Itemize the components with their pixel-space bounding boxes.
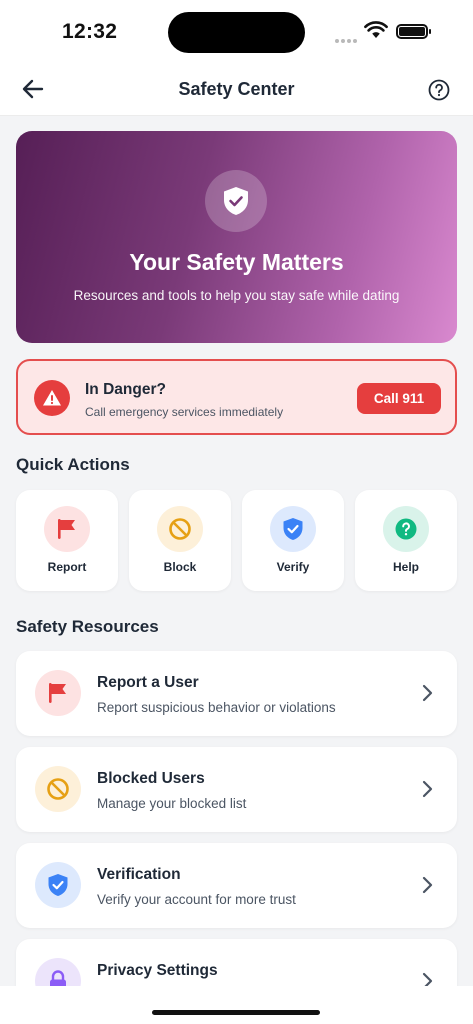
resource-title: Report a User xyxy=(97,674,199,691)
safety-resources-title: Safety Resources xyxy=(16,617,159,636)
report-icon-badge xyxy=(44,506,90,552)
dynamic-island xyxy=(168,12,305,53)
quick-action-label: Report xyxy=(47,560,87,574)
danger-subtitle: Call emergency services immediately xyxy=(85,405,284,419)
quick-actions-title: Quick Actions xyxy=(16,455,130,474)
help-circle-icon[interactable] xyxy=(428,79,450,101)
quick-action-report[interactable]: Report xyxy=(16,490,118,591)
verified-shield-icon xyxy=(48,874,68,896)
quick-action-label: Help xyxy=(392,560,419,574)
danger-title: In Danger? xyxy=(85,381,166,398)
quick-action-block[interactable]: Block xyxy=(129,490,231,591)
help-circle-icon xyxy=(395,518,417,540)
resource-subtitle: Manage your blocked list xyxy=(97,796,247,811)
verify-icon-badge xyxy=(270,506,316,552)
block-icon xyxy=(169,518,191,540)
status-bar: 12:32 xyxy=(0,0,473,62)
resource-verification[interactable]: Verification Verify your account for mor… xyxy=(16,843,457,928)
resource-title: Verification xyxy=(97,866,181,883)
verified-shield-icon xyxy=(283,518,303,540)
bottom-bar xyxy=(0,986,473,1024)
block-icon-badge xyxy=(157,506,203,552)
hero-badge xyxy=(205,170,267,232)
hero-title: Your Safety Matters xyxy=(129,249,344,275)
chevron-right-icon xyxy=(422,780,433,798)
help-icon-badge xyxy=(383,506,429,552)
danger-alert: In Danger? Call emergency services immed… xyxy=(16,359,457,435)
status-time: 12:32 xyxy=(62,20,118,43)
chevron-right-icon xyxy=(422,876,433,894)
resource-report-user[interactable]: Report a User Report suspicious behavior… xyxy=(16,651,457,736)
hero-banner: Your Safety Matters Resources and tools … xyxy=(16,131,457,343)
resource-subtitle: Report suspicious behavior or violations xyxy=(97,700,336,715)
wifi-icon xyxy=(364,21,388,38)
warning-icon xyxy=(43,390,61,406)
verified-shield-icon xyxy=(224,187,248,215)
resource-blocked-users[interactable]: Blocked Users Manage your blocked list xyxy=(16,747,457,832)
quick-action-label: Block xyxy=(163,560,197,574)
flag-icon xyxy=(49,683,66,703)
quick-action-help[interactable]: Help xyxy=(355,490,457,591)
resource-title: Blocked Users xyxy=(97,770,205,787)
call-911-button[interactable]: Call 911 xyxy=(357,383,441,414)
flag-icon xyxy=(58,519,75,539)
block-icon-badge xyxy=(35,766,81,812)
cellular-signal-icon xyxy=(335,30,359,48)
resource-title: Privacy Settings xyxy=(97,962,218,979)
battery-icon xyxy=(396,24,431,39)
quick-action-verify[interactable]: Verify xyxy=(242,490,344,591)
header: Safety Center xyxy=(0,62,473,116)
report-icon-badge xyxy=(35,670,81,716)
block-icon xyxy=(47,778,69,800)
page-title: Safety Center xyxy=(178,79,295,99)
hero-subtitle: Resources and tools to help you stay saf… xyxy=(73,288,400,303)
resource-subtitle: Verify your account for more trust xyxy=(97,892,296,907)
chevron-right-icon xyxy=(422,684,433,702)
danger-icon-badge xyxy=(34,380,70,416)
home-indicator[interactable] xyxy=(152,1010,320,1015)
verify-icon-badge xyxy=(35,862,81,908)
quick-action-label: Verify xyxy=(276,560,310,574)
